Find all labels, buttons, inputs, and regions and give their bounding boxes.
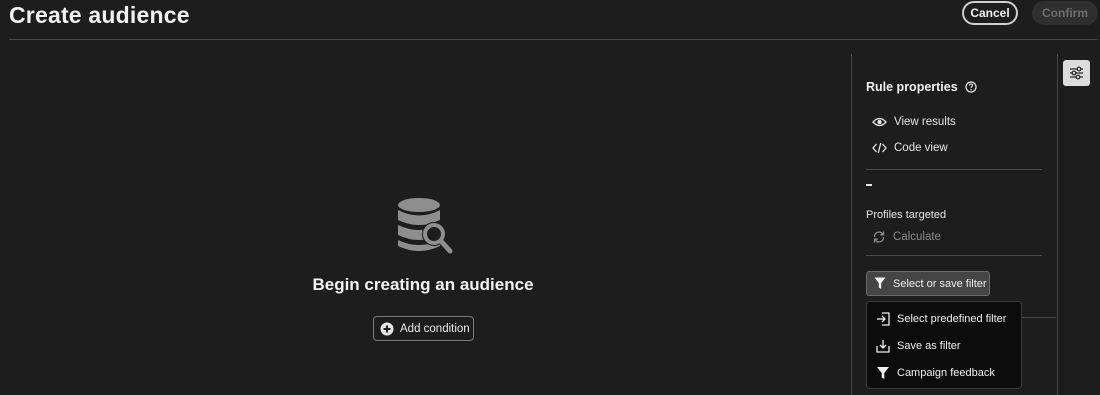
- menu-item-save-as-filter[interactable]: Save as filter: [876, 339, 961, 353]
- panel-divider: [866, 255, 1042, 256]
- header-divider: [9, 39, 1098, 40]
- filter-dropdown-menu: Select predefined filter Save as filter …: [866, 301, 1022, 389]
- code-view-label: Code view: [894, 142, 948, 154]
- view-results-label: View results: [894, 116, 956, 128]
- filter-icon: [876, 366, 890, 380]
- code-view-button[interactable]: Code view: [872, 142, 948, 154]
- menu-item-label: Select predefined filter: [897, 313, 1007, 325]
- view-results-button[interactable]: View results: [872, 116, 956, 128]
- menu-item-label: Campaign feedback: [897, 367, 995, 379]
- help-icon[interactable]: [965, 81, 977, 93]
- select-or-save-filter-button[interactable]: Select or save filter: [866, 271, 990, 296]
- profiles-value: [866, 184, 872, 186]
- panel-settings-button[interactable]: [1063, 60, 1090, 86]
- calculate-label: Calculate: [893, 231, 941, 243]
- import-icon: [876, 312, 890, 326]
- confirm-button[interactable]: Confirm: [1032, 1, 1098, 25]
- panel-divider: [1022, 317, 1056, 318]
- download-icon: [876, 339, 890, 353]
- database-search-icon: [394, 196, 456, 258]
- panel-divider: [866, 169, 1042, 170]
- page-header: Create audience Cancel Confirm: [0, 0, 1100, 40]
- code-icon: [872, 142, 887, 154]
- profiles-targeted-label: Profiles targeted: [866, 209, 947, 221]
- cancel-button[interactable]: Cancel: [962, 1, 1018, 25]
- eye-icon: [872, 116, 887, 128]
- menu-item-campaign-feedback[interactable]: Campaign feedback: [876, 366, 995, 380]
- plus-circle-icon: [380, 322, 394, 336]
- refresh-icon: [872, 230, 886, 244]
- filter-button-label: Select or save filter: [893, 277, 987, 290]
- sliders-icon: [1069, 66, 1084, 80]
- menu-item-select-predefined-filter[interactable]: Select predefined filter: [876, 312, 1006, 326]
- rule-properties-title: Rule properties: [866, 80, 977, 94]
- add-condition-button[interactable]: Add condition: [373, 316, 474, 341]
- add-condition-label: Add condition: [400, 322, 470, 335]
- rule-properties-label: Rule properties: [866, 80, 958, 94]
- menu-item-label: Save as filter: [897, 340, 961, 352]
- page-title: Create audience: [9, 2, 190, 28]
- calculate-button[interactable]: Calculate: [872, 230, 941, 244]
- empty-state-title: Begin creating an audience: [312, 275, 534, 294]
- filter-icon: [874, 277, 886, 290]
